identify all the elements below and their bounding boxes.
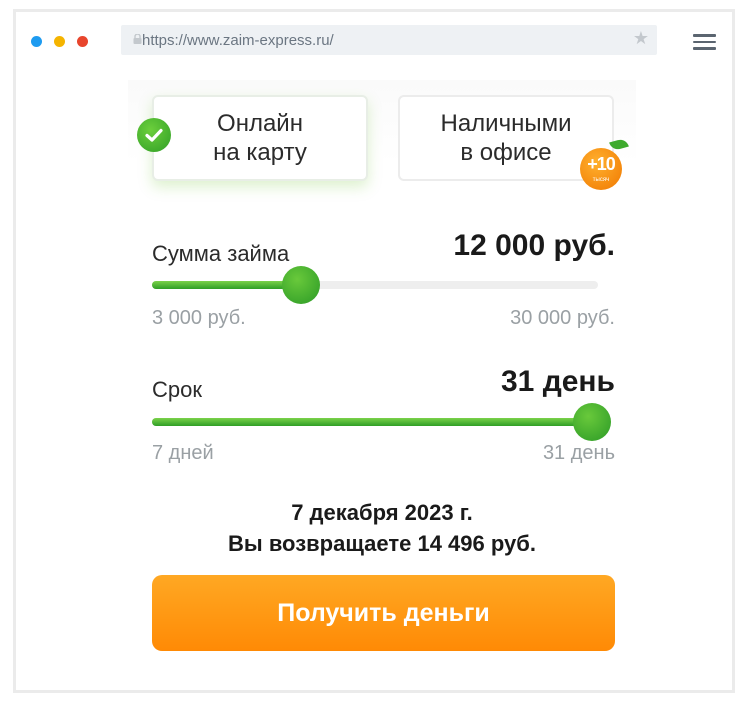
term-slider-fill bbox=[152, 418, 592, 426]
term-value: 31 день bbox=[501, 365, 615, 398]
menu-icon[interactable] bbox=[693, 34, 716, 50]
get-money-button[interactable]: Получить деньги bbox=[152, 575, 615, 651]
term-slider-handle[interactable] bbox=[573, 403, 611, 441]
amount-slider-handle[interactable] bbox=[281, 266, 320, 304]
url-text[interactable]: https://www.zaim-express.ru/ bbox=[142, 32, 334, 49]
term-max-label: 31 день bbox=[542, 442, 615, 464]
term-min-label: 7 дней bbox=[152, 442, 214, 464]
bonus-number: +10 bbox=[587, 154, 616, 174]
bookmark-star-icon[interactable]: ★ bbox=[633, 28, 649, 49]
amount-slider-track[interactable] bbox=[152, 281, 598, 289]
amount-max-label: 30 000 руб. bbox=[510, 307, 615, 329]
window-dot-red bbox=[77, 36, 88, 47]
orange-bonus-badge: +10 тысяч bbox=[578, 137, 629, 192]
get-money-button-label: Получить деньги bbox=[277, 598, 490, 627]
term-label: Срок bbox=[152, 377, 202, 402]
amount-slider-fill bbox=[152, 281, 301, 289]
bonus-word: тысяч bbox=[592, 177, 610, 183]
repayment-amount: Вы возвращаете 14 496 руб. bbox=[228, 531, 536, 556]
address-bar[interactable]: https://www.zaim-express.ru/ ★ bbox=[121, 25, 657, 55]
option-online-card[interactable]: Онлайн на карту bbox=[152, 95, 368, 181]
window-dot-yellow bbox=[54, 36, 65, 47]
amount-value: 12 000 руб. bbox=[453, 229, 615, 262]
term-slider-track[interactable] bbox=[152, 418, 592, 426]
amount-min-label: 3 000 руб. bbox=[152, 307, 246, 329]
window-dot-blue bbox=[31, 36, 42, 47]
amount-label: Сумма займа bbox=[152, 241, 290, 266]
option-cash-office-label: Наличными в офисе bbox=[440, 110, 572, 166]
repayment-date: 7 декабря 2023 г. bbox=[291, 500, 473, 525]
checkmark-icon bbox=[137, 118, 171, 152]
lock-icon bbox=[133, 34, 142, 44]
option-online-card-label: Онлайн на карту bbox=[213, 110, 307, 166]
